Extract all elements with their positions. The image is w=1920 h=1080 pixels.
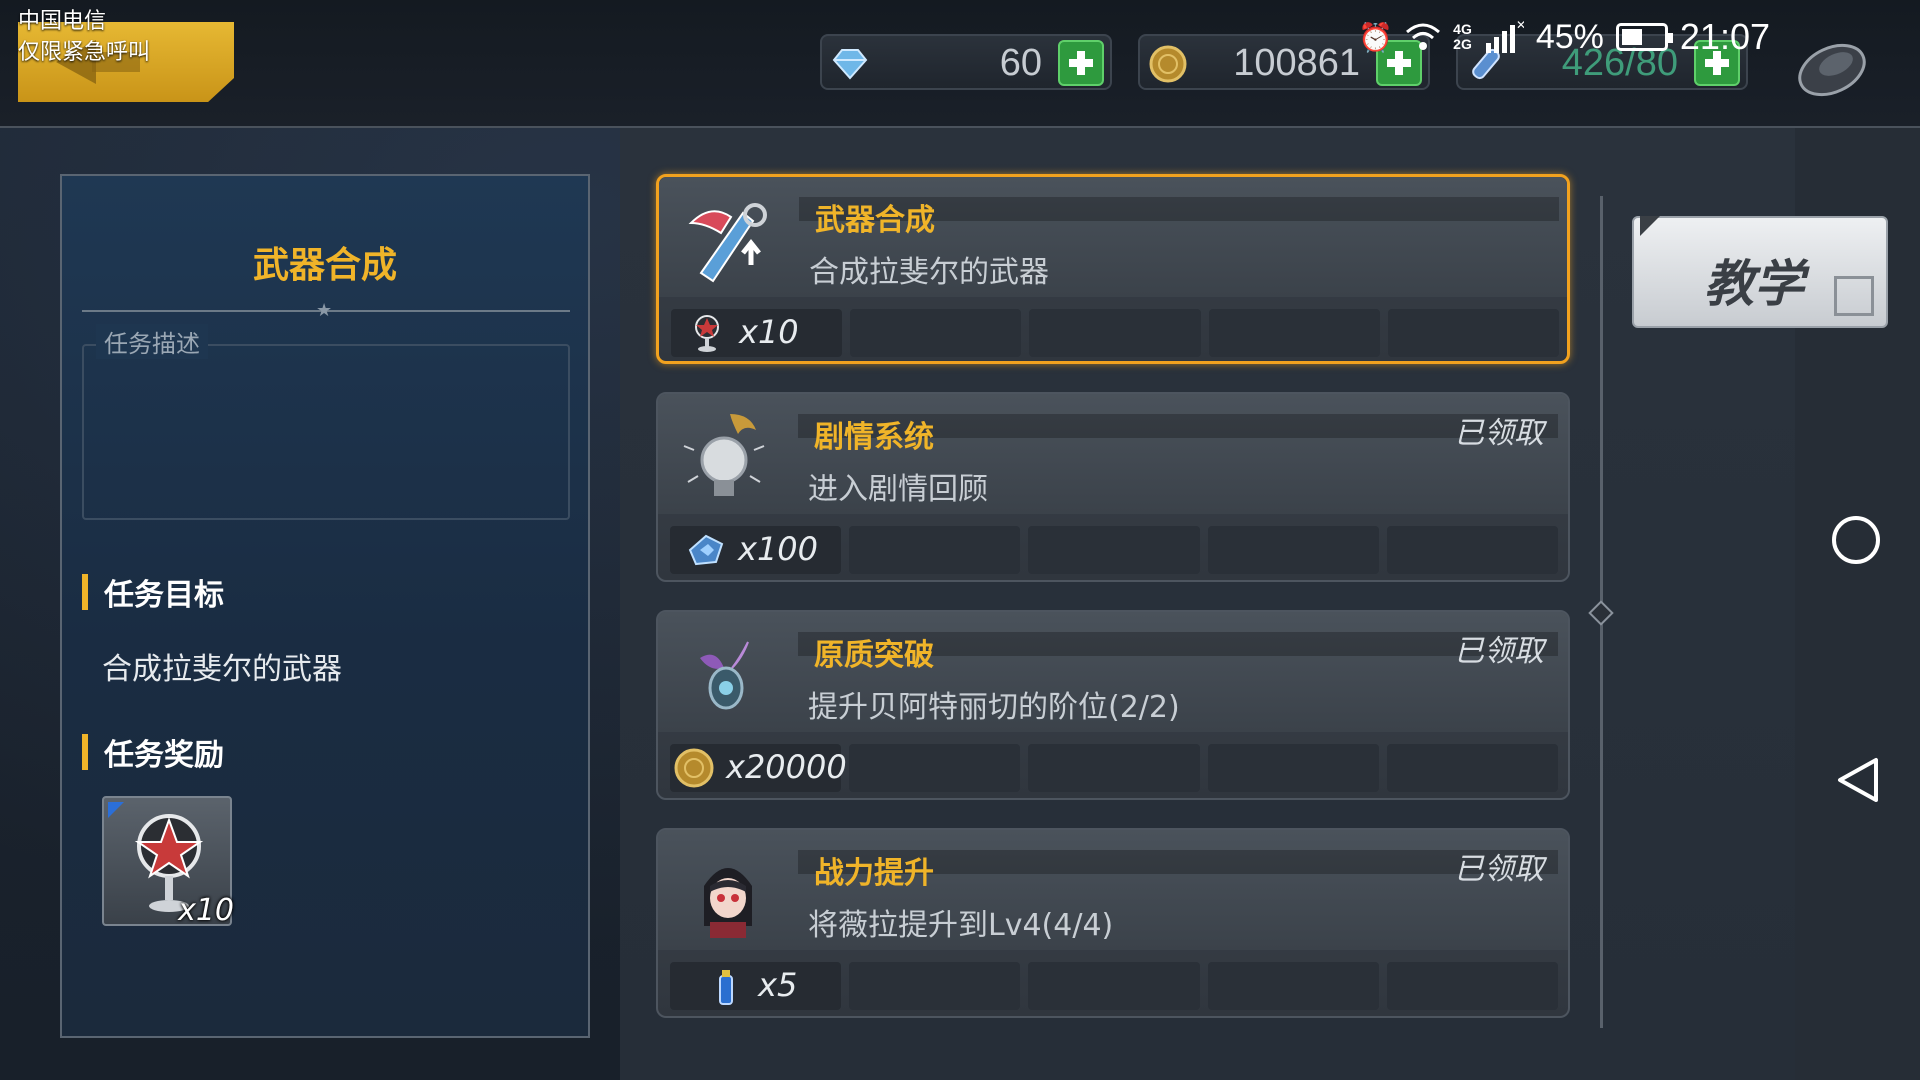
carrier-note: 仅限紧急呼叫 (18, 40, 151, 65)
task-card-header (659, 177, 1567, 297)
reward-qty: x5 (758, 966, 798, 1004)
tutorial-tab-icon (1640, 216, 1660, 236)
tutorial-corner-icon (1834, 276, 1874, 316)
reward-slot: x10 (671, 309, 843, 357)
reward-qty: x10 (178, 893, 234, 928)
detail-title: 武器合成 (252, 245, 397, 286)
task-status: 已领取 (1454, 634, 1544, 669)
description-label: 任务描述 (96, 324, 208, 359)
coin-icon (674, 748, 714, 788)
empty-slot (1207, 526, 1379, 574)
battery-percent: 45% (1535, 17, 1604, 56)
task-status: 已领取 (1454, 416, 1544, 451)
empty-slot (850, 309, 1022, 357)
target-heading: 任务目标 (82, 572, 224, 613)
empty-slot (849, 526, 1021, 574)
weapon-synthesis-icon (688, 203, 767, 283)
empty-slot (1028, 962, 1200, 1010)
carrier-info: 中国电信 仅限紧急呼叫 (18, 6, 150, 68)
reward-slots: x20000 (670, 744, 1559, 792)
lightbulb-icon (683, 414, 765, 496)
reward-slots: x5 (670, 962, 1559, 1010)
task-card-power-up[interactable]: 战力提升 将薇拉提升到Lv4(4/4) 已领取 x5 (656, 828, 1570, 1018)
empty-slot (1386, 526, 1559, 574)
network-type: 4G 2G (1453, 22, 1472, 52)
empty-slot (1029, 309, 1201, 357)
system-status: ⏰ 4G 2G ✕ 45% 21:07 (1358, 12, 1770, 62)
target-heading-text: 任务目标 (104, 578, 224, 613)
reward-item[interactable]: x10 (102, 796, 234, 928)
task-desc: 将薇拉提升到Lv4(4/4) (808, 908, 1114, 943)
empty-slot (849, 744, 1021, 792)
pentagram-stand-icon (695, 315, 719, 352)
home-nav-icon[interactable] (1832, 516, 1880, 564)
network-bottom-label: 2G (1453, 36, 1472, 52)
diamond-icon (832, 49, 868, 80)
reward-slot: x5 (670, 962, 842, 1010)
battery-icon (1615, 23, 1673, 51)
empty-slot (1386, 744, 1559, 792)
back-nav-icon[interactable] (1836, 756, 1880, 804)
task-card-essence-breakthrough[interactable]: 原质突破 提升贝阿特丽切的阶位(2/2) 已领取 x20000 (656, 610, 1570, 800)
empty-slot (1028, 526, 1200, 574)
network-top-label: 4G (1453, 21, 1472, 37)
alarm-icon: ⏰ (1358, 21, 1394, 53)
carrier-name: 中国电信 (18, 9, 107, 34)
reward-flag (108, 802, 124, 818)
empty-slot (849, 962, 1021, 1010)
reward-qty: x20000 (726, 748, 847, 786)
reward-qty: x10 (739, 313, 799, 351)
empty-slot (1387, 309, 1560, 357)
description-box (82, 344, 570, 520)
signal-icon: ✕ (1485, 19, 1524, 53)
heading-bar (82, 574, 88, 610)
divider-star-icon: ★ (316, 300, 333, 321)
exp-potion-icon (719, 970, 733, 1005)
winged-lantern-icon (700, 641, 749, 710)
task-detail-panel: 武器合成 ★ 任务描述 任务目标 合成拉斐尔的武器 任务奖励 x10 (60, 174, 590, 1038)
clock: 21:07 (1679, 16, 1770, 57)
task-name: 战力提升 (814, 856, 934, 891)
reward-qty: x100 (738, 530, 819, 568)
reward-heading-text: 任务奖励 (104, 738, 224, 773)
character-portrait-icon (704, 868, 752, 938)
diamond-resource: 60 (820, 34, 1112, 90)
tutorial-label: 教学 (1704, 255, 1804, 313)
reward-slots: x10 (671, 309, 1560, 357)
task-card-story-system[interactable]: 剧情系统 进入剧情回顾 已领取 x100 (656, 392, 1570, 582)
svg-text:✕: ✕ (1516, 19, 1524, 32)
wifi-icon (1406, 23, 1441, 50)
task-desc: 提升贝阿特丽切的阶位(2/2) (808, 690, 1180, 725)
coin-count: 100861 (1233, 42, 1360, 84)
reward-heading: 任务奖励 (82, 732, 224, 773)
target-text: 合成拉斐尔的武器 (102, 652, 342, 687)
tutorial-button[interactable]: 教学 (1632, 216, 1888, 328)
empty-slot (1207, 962, 1379, 1010)
task-name: 武器合成 (815, 203, 935, 238)
empty-slot (1207, 744, 1379, 792)
crystal-icon (688, 534, 724, 566)
task-card-weapon-synthesis[interactable]: 武器合成 合成拉斐尔的武器 x10 (656, 174, 1570, 364)
task-card-header (658, 394, 1568, 514)
diamond-add-button[interactable] (1058, 40, 1104, 86)
empty-slot (1208, 309, 1380, 357)
coin-icon (1149, 45, 1187, 83)
top-bar: 中国电信 仅限紧急呼叫 60 100861 426/80 ⏰ 4G 2G ✕ 4… (0, 0, 1920, 128)
task-desc: 进入剧情回顾 (808, 472, 988, 507)
task-desc: 合成拉斐尔的武器 (809, 255, 1049, 290)
floating-assistant-icon[interactable] (1792, 22, 1872, 102)
task-status: 已领取 (1454, 852, 1544, 887)
diamond-count: 60 (999, 42, 1042, 84)
empty-slot (1386, 962, 1559, 1010)
empty-slot (1028, 744, 1200, 792)
heading-bar (82, 734, 88, 770)
reward-slot: x20000 (670, 744, 847, 792)
task-name: 剧情系统 (814, 420, 934, 455)
reward-slot: x100 (670, 526, 842, 574)
task-name: 原质突破 (814, 638, 934, 673)
reward-slots: x100 (670, 526, 1559, 574)
